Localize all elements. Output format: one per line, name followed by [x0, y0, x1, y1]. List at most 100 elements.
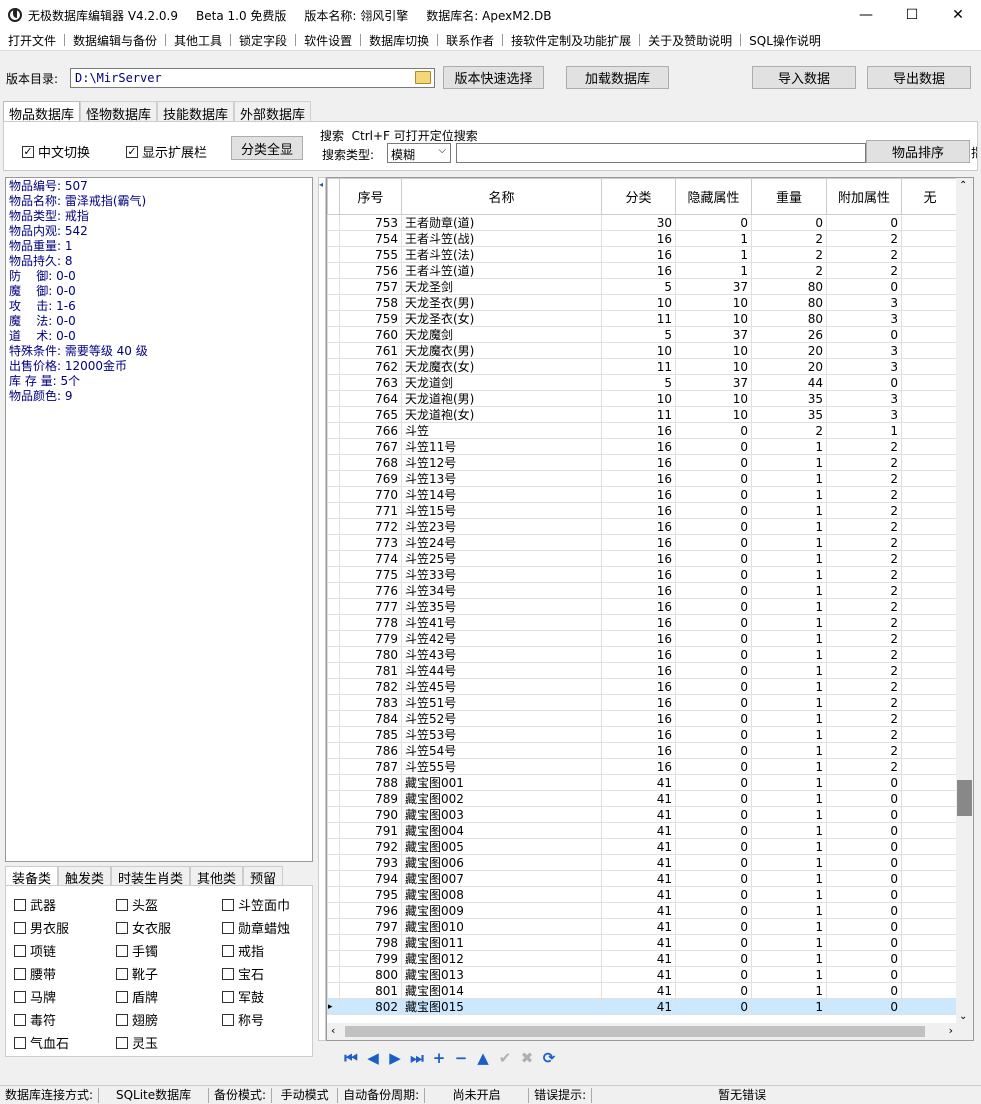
table-cell[interactable]: 斗笠54号 [401, 742, 602, 759]
table-cell[interactable] [901, 934, 959, 951]
table-row[interactable]: 757 天龙圣剑 5 37 80 0 [327, 278, 959, 295]
table-cell[interactable] [901, 438, 959, 455]
table-cell[interactable]: 777 [339, 598, 402, 615]
show-ext-checkbox[interactable]: ✓ 显示扩展栏 [126, 142, 207, 161]
table-row[interactable]: 787 斗笠55号 16 0 1 2 [327, 758, 959, 775]
table-cell[interactable] [901, 726, 959, 743]
table-cell[interactable]: 1 [751, 886, 827, 903]
tab-0[interactable]: 物品数据库 [3, 101, 81, 123]
table-cell[interactable] [901, 246, 959, 263]
table-row[interactable]: 753 王者勋章(道) 30 0 0 0 [327, 214, 959, 231]
table-cell[interactable] [901, 566, 959, 583]
table-cell[interactable]: 0 [675, 422, 752, 439]
add-record-icon[interactable]: + [428, 1047, 450, 1069]
table-row[interactable]: 754 王者斗笠(战) 16 1 2 2 [327, 230, 959, 247]
table-row[interactable]: 795 藏宝图008 41 0 1 0 [327, 886, 959, 903]
category-tab[interactable]: 装备类 [5, 866, 59, 887]
quick-select-button[interactable]: 版本快速选择 [443, 66, 544, 89]
menu-item[interactable]: 关于及赞助说明 [640, 32, 740, 49]
table-cell[interactable]: 0 [675, 470, 752, 487]
table-cell[interactable]: 10 [675, 390, 752, 407]
table-cell[interactable] [901, 310, 959, 327]
table-cell[interactable]: 754 [339, 230, 402, 247]
category-checkbox[interactable]: 称号 [222, 1010, 264, 1029]
table-cell[interactable]: 1 [751, 550, 827, 567]
menu-item[interactable]: 联系作者 [438, 32, 502, 49]
category-checkbox[interactable]: 项链 [14, 941, 56, 960]
table-cell[interactable]: 1 [751, 518, 827, 535]
table-row[interactable]: 759 天龙圣衣(女) 11 10 80 3 [327, 310, 959, 327]
table-cell[interactable] [901, 406, 959, 423]
table-cell[interactable]: 41 [601, 950, 676, 967]
table-cell[interactable]: 41 [601, 966, 676, 983]
table-row[interactable]: 771 斗笠15号 16 0 1 2 [327, 502, 959, 519]
table-cell[interactable]: 772 [339, 518, 402, 535]
table-cell[interactable]: 2 [826, 230, 902, 247]
table-cell[interactable]: 37 [675, 326, 752, 343]
table-cell[interactable]: 2 [751, 230, 827, 247]
scroll-up-icon[interactable]: ⌃ [959, 180, 967, 191]
table-cell[interactable] [901, 518, 959, 535]
table-cell[interactable]: 0 [675, 982, 752, 999]
table-cell[interactable]: 781 [339, 662, 402, 679]
table-cell[interactable]: 2 [826, 726, 902, 743]
vertical-scrollbar[interactable]: ⌃ ⌄ [956, 178, 973, 1024]
table-cell[interactable]: 0 [675, 502, 752, 519]
table-cell[interactable]: 0 [826, 934, 902, 951]
table-cell[interactable] [901, 630, 959, 647]
table-cell[interactable]: 41 [601, 774, 676, 791]
table-cell[interactable]: 3 [826, 342, 902, 359]
table-cell[interactable]: 768 [339, 454, 402, 471]
minimize-button[interactable]: — [843, 0, 889, 30]
table-cell[interactable]: 41 [601, 998, 676, 1015]
table-cell[interactable]: 44 [751, 374, 827, 391]
table-cell[interactable]: 80 [751, 278, 827, 295]
table-cell[interactable]: 3 [826, 358, 902, 375]
table-cell[interactable]: 41 [601, 854, 676, 871]
table-cell[interactable] [901, 278, 959, 295]
table-cell[interactable]: 藏宝图006 [401, 854, 602, 871]
table-row[interactable]: 786 斗笠54号 16 0 1 2 [327, 742, 959, 759]
table-cell[interactable]: 799 [339, 950, 402, 967]
table-cell[interactable]: 0 [675, 918, 752, 935]
table-cell[interactable]: 2 [826, 662, 902, 679]
table-cell[interactable]: 1 [751, 534, 827, 551]
table-cell[interactable]: 773 [339, 534, 402, 551]
table-cell[interactable]: 2 [826, 550, 902, 567]
table-cell[interactable]: 1 [751, 502, 827, 519]
table-cell[interactable]: 斗笠23号 [401, 518, 602, 535]
table-cell[interactable]: 0 [675, 838, 752, 855]
table-row[interactable]: 769 斗笠13号 16 0 1 2 [327, 470, 959, 487]
table-cell[interactable]: 0 [826, 806, 902, 823]
table-row[interactable]: 779 斗笠42号 16 0 1 2 [327, 630, 959, 647]
load-database-button[interactable]: 加载数据库 [566, 66, 669, 89]
table-cell[interactable]: 0 [675, 678, 752, 695]
table-cell[interactable]: 斗笠33号 [401, 566, 602, 583]
table-cell[interactable]: 2 [751, 246, 827, 263]
table-cell[interactable]: 41 [601, 934, 676, 951]
table-cell[interactable]: 斗笠12号 [401, 454, 602, 471]
table-cell[interactable]: 0 [826, 982, 902, 999]
table-cell[interactable]: 20 [751, 342, 827, 359]
table-cell[interactable]: 1 [751, 470, 827, 487]
table-cell[interactable]: 769 [339, 470, 402, 487]
table-cell[interactable]: 0 [675, 742, 752, 759]
table-row[interactable]: 767 斗笠11号 16 0 1 2 [327, 438, 959, 455]
table-cell[interactable]: 天龙圣衣(男) [401, 294, 602, 311]
table-cell[interactable] [901, 470, 959, 487]
table-cell[interactable]: 2 [826, 694, 902, 711]
table-cell[interactable]: 斗笠34号 [401, 582, 602, 599]
table-cell[interactable]: 2 [826, 710, 902, 727]
table-cell[interactable]: 16 [601, 710, 676, 727]
table-cell[interactable]: 0 [675, 454, 752, 471]
category-checkbox[interactable]: 勋章蜡烛 [222, 918, 290, 937]
table-cell[interactable]: 藏宝图015 [401, 998, 602, 1015]
table-row[interactable]: 796 藏宝图009 41 0 1 0 [327, 902, 959, 919]
table-row[interactable]: 755 王者斗笠(法) 16 1 2 2 [327, 246, 959, 263]
table-cell[interactable]: 藏宝图011 [401, 934, 602, 951]
category-checkbox[interactable]: 气血石 [14, 1033, 69, 1052]
table-cell[interactable]: 藏宝图009 [401, 902, 602, 919]
category-checkbox[interactable]: 戒指 [222, 941, 264, 960]
table-cell[interactable]: 藏宝图014 [401, 982, 602, 999]
table-cell[interactable]: 0 [826, 998, 902, 1015]
